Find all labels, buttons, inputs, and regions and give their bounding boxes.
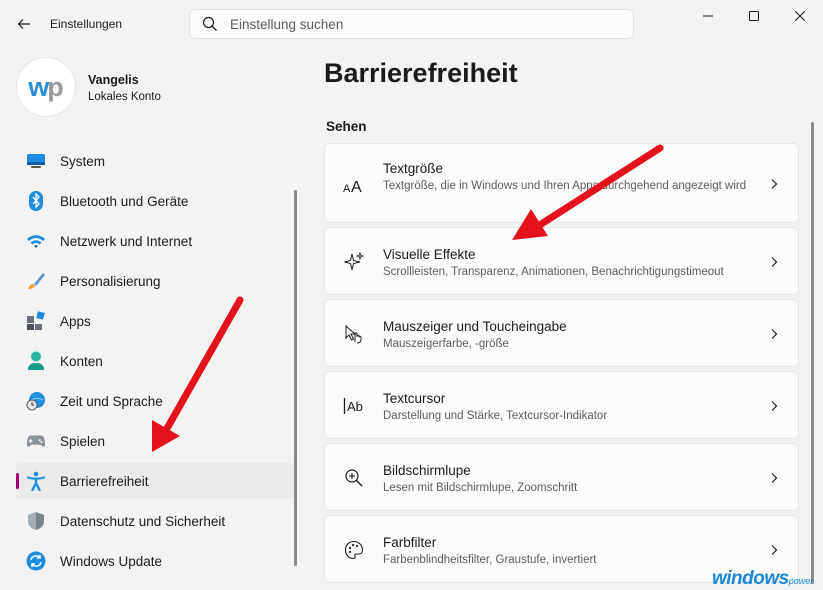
sidebar-item-label: Datenschutz und Sicherheit (60, 513, 226, 529)
account-type: Lokales Konto (88, 91, 161, 103)
card-description: Lesen mit Bildschirmlupe, Zoomschritt (383, 482, 578, 494)
card-description: Scrollleisten, Transparenz, Animationen,… (383, 266, 724, 278)
clock-globe-icon (26, 391, 46, 411)
watermark: windowspower (712, 568, 813, 590)
sidebar-item-label: Windows Update (60, 553, 163, 569)
title-bar: Einstellungen (0, 0, 823, 48)
sidebar-item-accounts[interactable]: Konten (16, 343, 294, 379)
minimize-icon (703, 15, 713, 17)
text-cursor-icon: Ab (343, 395, 365, 417)
card-text-cursor[interactable]: Ab Textcursor Darstellung und Stärke, Te… (324, 371, 799, 439)
chevron-right-icon (771, 473, 778, 483)
back-button[interactable] (10, 10, 38, 38)
svg-text:A: A (351, 179, 362, 194)
avatar: wp (17, 58, 75, 116)
card-mouse-pointer[interactable]: Mauszeiger und Toucheingabe Mauszeigerfa… (324, 299, 799, 367)
sidebar-item-label: Personalisierung (60, 273, 161, 289)
sidebar-item-label: Spielen (60, 433, 106, 449)
card-title: Farbfilter (383, 535, 437, 550)
chevron-right-icon (771, 329, 778, 339)
sidebar-item-time-language[interactable]: Zeit und Sprache (16, 383, 294, 419)
maximize-icon (749, 11, 759, 21)
card-title: Textcursor (383, 391, 446, 406)
sidebar-item-label: Zeit und Sprache (60, 393, 163, 409)
main-scrollbar[interactable] (811, 122, 814, 584)
card-description: Textgröße, die in Windows und Ihren Apps… (383, 180, 747, 192)
close-icon (795, 11, 805, 21)
card-title: Bildschirmlupe (383, 463, 471, 478)
user-name: Vangelis (88, 73, 139, 87)
gamepad-icon (26, 431, 46, 451)
accessibility-icon (26, 471, 46, 491)
close-button[interactable] (777, 0, 823, 32)
system-icon (26, 151, 46, 171)
sidebar-item-label: Bluetooth und Geräte (60, 193, 189, 209)
search-box[interactable] (189, 9, 634, 39)
sidebar-item-system[interactable]: System (16, 143, 294, 179)
sidebar-nav: System Bluetooth und Geräte Netzwerk und… (16, 143, 294, 583)
sidebar-item-label: Barrierefreiheit (60, 473, 149, 489)
svg-text:Ab: Ab (347, 399, 363, 414)
bluetooth-icon (26, 191, 46, 211)
palette-icon (343, 539, 365, 561)
sidebar-item-label: Konten (60, 353, 103, 369)
chevron-right-icon (771, 401, 778, 411)
sidebar-item-personalization[interactable]: Personalisierung (16, 263, 294, 299)
chevron-right-icon (771, 179, 778, 189)
card-magnifier[interactable]: Bildschirmlupe Lesen mit Bildschirmlupe,… (324, 443, 799, 511)
account-icon (26, 351, 46, 371)
sidebar-item-bluetooth[interactable]: Bluetooth und Geräte (16, 183, 294, 219)
search-icon (202, 16, 217, 31)
sidebar-item-label: System (60, 153, 106, 169)
card-title: Textgröße (383, 161, 444, 176)
card-description: Farbenblindheitsfilter, Graustufe, inver… (383, 554, 597, 566)
card-description: Darstellung und Stärke, Textcursor-Indik… (383, 410, 608, 422)
section-title: Sehen (326, 119, 367, 134)
magnifier-icon (343, 467, 365, 489)
sidebar-item-network[interactable]: Netzwerk und Internet (16, 223, 294, 259)
sidebar-item-privacy[interactable]: Datenschutz und Sicherheit (16, 503, 294, 539)
sparkle-icon (343, 251, 365, 273)
sidebar-item-label: Netzwerk und Internet (60, 233, 193, 249)
pointer-touch-icon (343, 323, 365, 345)
chevron-right-icon (771, 545, 778, 555)
avatar-logo-w: w (28, 71, 49, 102)
apps-icon (26, 311, 46, 331)
sidebar-item-windows-update[interactable]: Windows Update (16, 543, 294, 579)
card-title: Visuelle Effekte (383, 247, 476, 262)
card-title: Mauszeiger und Toucheingabe (383, 319, 567, 334)
sidebar-item-gaming[interactable]: Spielen (16, 423, 294, 459)
search-input[interactable] (230, 16, 610, 32)
sidebar-item-label: Apps (60, 313, 91, 329)
svg-text:A: A (343, 183, 351, 194)
page-title: Barrierefreiheit (324, 58, 518, 88)
chevron-right-icon (771, 257, 778, 267)
arrow-left-icon (17, 19, 30, 29)
app-title: Einstellungen (50, 17, 123, 31)
card-description: Mauszeigerfarbe, -größe (383, 338, 509, 350)
brush-icon (26, 271, 46, 291)
maximize-button[interactable] (731, 0, 777, 32)
text-size-icon: AA (343, 174, 365, 196)
sidebar-scrollbar[interactable] (294, 190, 297, 566)
watermark-main: windows (712, 568, 789, 589)
shield-icon (26, 511, 46, 531)
card-text-size[interactable]: AA Textgröße Textgröße, die in Windows u… (324, 143, 799, 223)
minimize-button[interactable] (685, 0, 731, 32)
avatar-logo-p: p (47, 71, 64, 102)
watermark-suffix: power (788, 576, 814, 586)
update-icon (26, 551, 46, 571)
card-visual-effects[interactable]: Visuelle Effekte Scrollleisten, Transpar… (324, 227, 799, 295)
wifi-icon (26, 231, 46, 251)
sidebar-item-accessibility[interactable]: Barrierefreiheit (16, 463, 294, 499)
sidebar-item-apps[interactable]: Apps (16, 303, 294, 339)
